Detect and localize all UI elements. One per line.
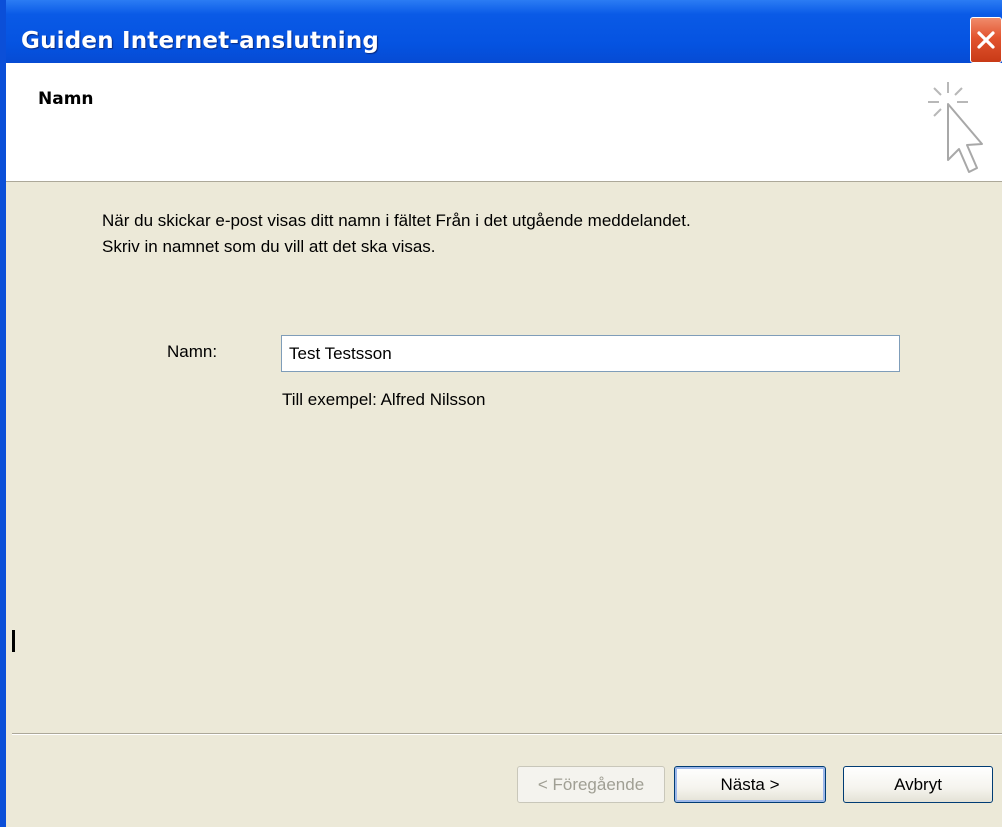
window-edge-mark (12, 630, 15, 652)
example-hint: Till exempel: Alfred Nilsson (282, 390, 486, 409)
close-button[interactable] (970, 17, 1002, 63)
footer-divider (12, 733, 1002, 735)
previous-button[interactable]: < Föregående (517, 766, 665, 803)
description-line-1: När du skickar e-post visas ditt namn i … (102, 211, 691, 230)
description-line-2: Skriv in namnet som du vill att det ska … (102, 237, 436, 256)
description: När du skickar e-post visas ditt namn i … (102, 208, 691, 260)
next-button[interactable]: Nästa > (674, 766, 826, 803)
window-title: Guiden Internet-anslutning (21, 28, 380, 54)
name-label: Namn: (167, 342, 218, 361)
wizard-cursor-icon (928, 82, 983, 173)
page-title: Namn (38, 89, 94, 109)
close-icon (977, 31, 995, 49)
cancel-button[interactable]: Avbryt (843, 766, 993, 803)
wizard-header (6, 63, 1002, 182)
wizard-window: Guiden Internet-anslutning Namn När du s… (0, 0, 1002, 827)
name-input[interactable] (281, 335, 900, 372)
